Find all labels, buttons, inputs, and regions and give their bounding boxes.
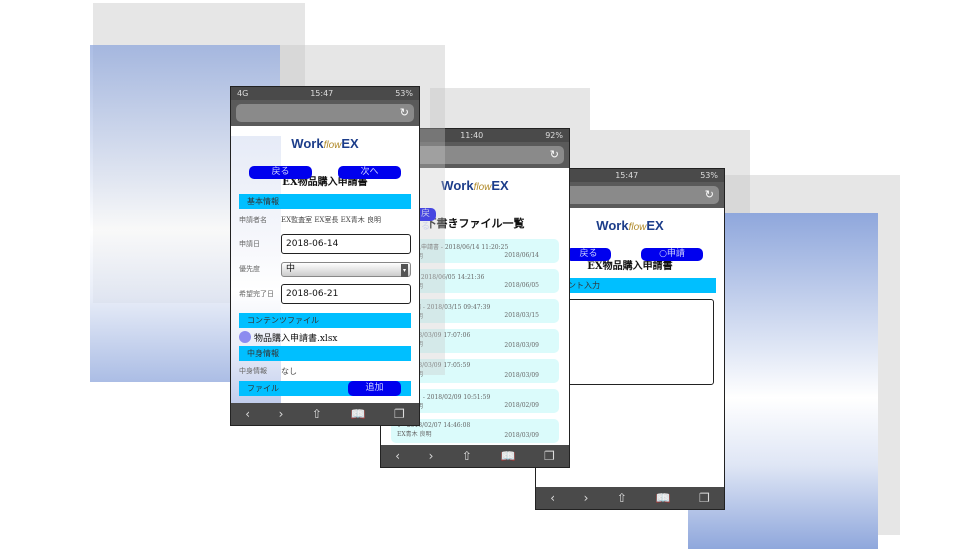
back-icon[interactable]: ‹	[245, 407, 250, 421]
draft-date: 2018/03/15	[504, 312, 539, 319]
due-date-input[interactable]: 2018-06-21	[281, 284, 411, 304]
draft-date: 2018/03/09	[504, 342, 539, 349]
date-label: 申請日	[239, 240, 260, 248]
draft-date: 2018/06/14	[504, 252, 539, 259]
signal: 4G	[237, 89, 249, 98]
share-icon[interactable]: ⇧	[462, 449, 472, 463]
priority-select[interactable]: 中 ▾	[281, 261, 411, 277]
battery: 53%	[700, 171, 718, 180]
bookmarks-icon[interactable]: 📖	[655, 491, 670, 505]
section-file-label: ファイル	[247, 384, 279, 393]
due-label: 希望完了日	[239, 290, 274, 298]
add-button[interactable]: 追加	[348, 381, 401, 396]
logo: WorkflowEX	[291, 136, 359, 151]
tabs-icon[interactable]: ❐	[394, 407, 405, 421]
battery: 92%	[545, 131, 563, 140]
forward-icon[interactable]: ›	[279, 407, 284, 421]
draft-date: 2018/03/09	[504, 432, 539, 439]
comment-textarea[interactable]	[546, 299, 714, 385]
apply-button[interactable]: ○申請	[641, 248, 703, 261]
back-icon[interactable]: ‹	[395, 449, 400, 463]
applicant-value: EX監査室 EX室長 EX青木 良明	[281, 216, 381, 224]
detail-label: 中身情報	[239, 367, 267, 375]
priority-value: 中	[286, 263, 296, 274]
back-button[interactable]: 戻る	[249, 166, 312, 179]
priority-label: 優先度	[239, 265, 260, 273]
draft-date: 2018/03/09	[504, 372, 539, 379]
bookmarks-icon[interactable]: 📖	[500, 449, 515, 463]
draft-name: プレート - 2018/02/09 10:51:59	[397, 394, 491, 401]
file-link[interactable]: 物品購入申請書.xlsx	[254, 331, 338, 344]
forward-icon[interactable]: ›	[429, 449, 434, 463]
chevron-down-icon: ▾	[400, 263, 408, 277]
time: 11:40	[460, 131, 484, 140]
phone-form: 4G 15:47 53% ↻ WorkflowEX 戻る 次へ EX物品購入申請書 …	[230, 86, 420, 426]
time: 15:47	[310, 89, 334, 98]
forward-icon[interactable]: ›	[584, 491, 589, 505]
url-bar[interactable]: ↻	[236, 104, 414, 122]
section-basic: 基本情報	[239, 194, 411, 209]
draft-name: T - 2018/02/07 14:46:08	[397, 422, 471, 429]
file-icon	[239, 331, 251, 343]
tabs-icon[interactable]: ❐	[544, 449, 555, 463]
draft-date: 2018/02/09	[504, 402, 539, 409]
battery: 53%	[395, 89, 413, 98]
tabs-icon[interactable]: ❐	[699, 491, 710, 505]
draft-date: 2018/06/05	[504, 282, 539, 289]
bookmarks-icon[interactable]: 📖	[350, 407, 365, 421]
date-input[interactable]: 2018-06-14	[281, 234, 411, 254]
next-button[interactable]: 次へ	[338, 166, 401, 179]
applicant-label: 申請者名	[239, 216, 267, 224]
section-detail: 中身情報	[239, 346, 411, 361]
back-icon[interactable]: ‹	[550, 491, 555, 505]
reload-icon[interactable]: ↻	[400, 106, 409, 119]
time: 15:47	[615, 171, 639, 180]
reload-icon[interactable]: ↻	[705, 188, 714, 201]
share-icon[interactable]: ⇧	[312, 407, 322, 421]
reload-icon[interactable]: ↻	[550, 148, 559, 161]
section-content: コンテンツファイル	[239, 313, 411, 328]
share-icon[interactable]: ⇧	[617, 491, 627, 505]
section-file: ファイル 追加	[239, 381, 411, 396]
back-button[interactable]: 戻る	[566, 248, 611, 261]
detail-value: なし	[281, 366, 297, 376]
